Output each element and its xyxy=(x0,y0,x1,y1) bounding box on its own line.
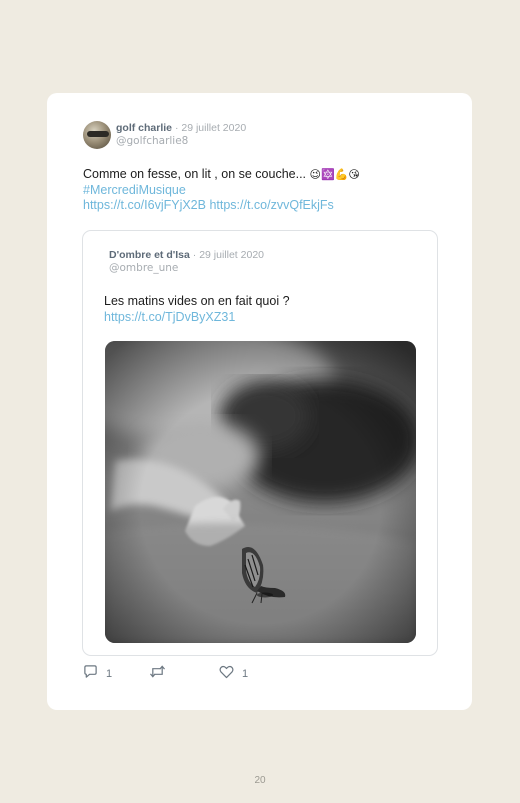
like-action[interactable]: 1 xyxy=(219,665,249,684)
page-number: 20 xyxy=(254,775,266,786)
separator-dot: · xyxy=(174,122,179,134)
reply-count: 1 xyxy=(106,668,113,680)
tweet-text: Comme on fesse, on lit , on se couche...… xyxy=(83,167,443,214)
quoted-author-name[interactable]: D'ombre et d'Isa xyxy=(109,249,190,261)
tweet-link-2[interactable]: https://t.co/zvvQfEkjFs xyxy=(209,198,333,212)
tweet-date[interactable]: 29 juillet 2020 xyxy=(181,122,246,134)
quoted-handle[interactable]: @ombre_une xyxy=(109,262,178,274)
like-count: 1 xyxy=(242,668,249,680)
quoted-date[interactable]: 29 juillet 2020 xyxy=(199,249,264,261)
tweet-card: golf charlie · 29 juillet 2020 @golfchar… xyxy=(47,93,472,710)
reply-icon xyxy=(83,664,98,684)
quoted-separator-dot: · xyxy=(192,249,197,261)
tweet-link-1[interactable]: https://t.co/I6vjFYjX2B xyxy=(83,198,206,212)
author-line: golf charlie · 29 juillet 2020 xyxy=(116,122,246,134)
quoted-text: Les matins vides on en fait quoi ? https… xyxy=(104,294,290,325)
retweet-icon xyxy=(149,664,166,684)
author-handle[interactable]: @golfcharlie8 xyxy=(116,135,188,147)
tweet-body: Comme on fesse, on lit , on se couche... xyxy=(83,167,307,181)
emoji-sequence: 😉🔯💪😘 xyxy=(309,168,360,181)
avatar[interactable] xyxy=(83,121,111,149)
hashtag-link[interactable]: #MercrediMusique xyxy=(83,183,443,199)
tweet-actions: 1 1 xyxy=(83,664,283,684)
reply-action[interactable]: 1 xyxy=(83,664,113,684)
quoted-body: Les matins vides on en fait quoi ? xyxy=(104,294,290,308)
retweet-action[interactable] xyxy=(149,664,174,684)
heart-icon xyxy=(219,665,234,684)
quoted-author-line: D'ombre et d'Isa · 29 juillet 2020 xyxy=(109,249,264,261)
quoted-tweet[interactable]: D'ombre et d'Isa · 29 juillet 2020 @ombr… xyxy=(82,230,438,656)
quoted-photo[interactable] xyxy=(105,341,416,643)
author-name[interactable]: golf charlie xyxy=(116,122,172,134)
quoted-link[interactable]: https://t.co/TjDvByXZ31 xyxy=(104,310,290,326)
